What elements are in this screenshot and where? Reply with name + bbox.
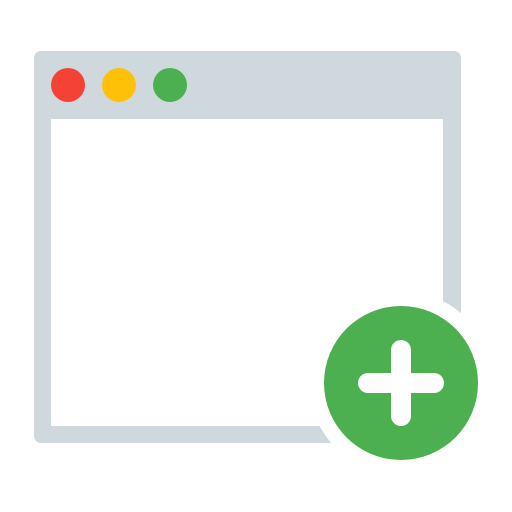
new-window-graphic [34,51,493,475]
maximize-dot-icon [153,68,187,102]
new-window-icon [0,0,512,512]
plus-vertical-bar [391,340,411,426]
close-dot-icon [51,68,85,102]
minimize-dot-icon [102,68,136,102]
